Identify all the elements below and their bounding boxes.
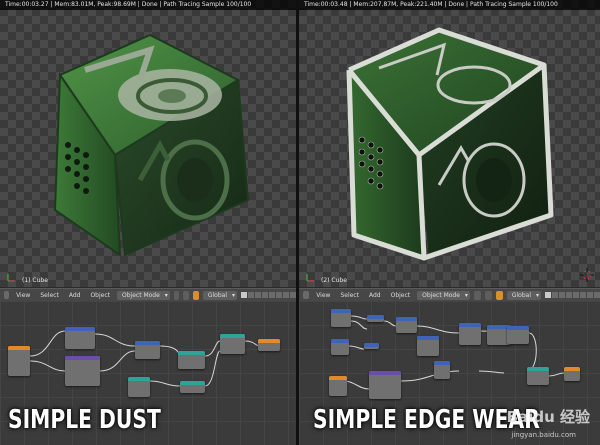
left-3d-viewport[interactable]: Time:00:03.27 | Mem:83.01M, Peak:98.69M … bbox=[0, 0, 296, 287]
shader-node[interactable] bbox=[180, 381, 205, 393]
shader-node[interactable] bbox=[65, 356, 100, 386]
add-menu[interactable]: Add bbox=[66, 292, 84, 299]
right-render-info: Time:00:03.48 | Mem:207.87M, Peak:221.40… bbox=[299, 0, 600, 10]
shader-node[interactable] bbox=[396, 317, 417, 333]
select-menu[interactable]: Select bbox=[37, 292, 62, 299]
mode-dropdown[interactable]: Object Mode bbox=[117, 290, 170, 300]
left-render-info: Time:00:03.27 | Mem:83.01M, Peak:98.69M … bbox=[0, 0, 296, 10]
left-viewport-header: View Select Add Object Object Mode Globa… bbox=[0, 288, 296, 302]
axis-gizmo-icon bbox=[7, 274, 15, 282]
layer-buttons[interactable] bbox=[544, 292, 600, 298]
baidu-watermark: Baidu 经验 bbox=[506, 408, 590, 426]
view-menu[interactable]: View bbox=[13, 292, 33, 299]
axis-gizmo-icon bbox=[306, 274, 314, 282]
shader-node[interactable] bbox=[507, 326, 529, 344]
select-menu[interactable]: Select bbox=[337, 292, 362, 299]
left-dust-cube-render bbox=[53, 33, 250, 257]
active-object-label: (1) Cube bbox=[22, 277, 48, 284]
shader-node[interactable] bbox=[331, 309, 351, 327]
layer-buttons[interactable] bbox=[241, 292, 296, 298]
shader-node[interactable] bbox=[331, 339, 349, 355]
shader-node[interactable] bbox=[128, 377, 150, 397]
shading-button[interactable] bbox=[173, 290, 180, 300]
editor-type-icon[interactable] bbox=[4, 291, 10, 299]
editor-type-icon[interactable] bbox=[303, 291, 310, 299]
manipulator-button[interactable] bbox=[193, 290, 199, 300]
shader-node[interactable] bbox=[8, 346, 30, 376]
watermark-url: jingyan.baidu.com bbox=[511, 431, 576, 439]
right-viewport-header: View Select Add Object Object Mode Globa… bbox=[299, 288, 600, 302]
object-menu[interactable]: Object bbox=[87, 292, 113, 299]
left-caption: SIMPLE DUST bbox=[8, 405, 161, 435]
shader-node[interactable] bbox=[65, 327, 95, 349]
shader-node[interactable] bbox=[459, 323, 481, 345]
shader-node[interactable] bbox=[329, 376, 347, 396]
active-object-label: (2) Cube bbox=[321, 277, 347, 284]
left-pane: Time:00:03.27 | Mem:83.01M, Peak:98.69M … bbox=[0, 0, 296, 445]
shader-node[interactable] bbox=[178, 351, 205, 369]
shader-node[interactable] bbox=[258, 339, 280, 351]
right-3d-viewport[interactable]: Time:00:03.48 | Mem:207.87M, Peak:221.40… bbox=[299, 0, 600, 287]
shader-node[interactable] bbox=[527, 367, 549, 385]
orientation-dropdown[interactable]: Global bbox=[506, 290, 541, 300]
shader-node[interactable] bbox=[135, 341, 160, 359]
orientation-dropdown[interactable]: Global bbox=[202, 290, 237, 300]
shader-node[interactable] bbox=[220, 334, 245, 354]
shader-node[interactable] bbox=[364, 343, 379, 349]
shader-node[interactable] bbox=[367, 315, 384, 322]
mode-dropdown[interactable]: Object Mode bbox=[417, 290, 470, 300]
3d-cursor-icon[interactable] bbox=[580, 268, 594, 282]
right-edge-wear-cube-render bbox=[346, 27, 554, 261]
pivot-button[interactable] bbox=[183, 290, 190, 300]
pivot-button[interactable] bbox=[484, 290, 492, 300]
shader-node[interactable] bbox=[434, 361, 450, 379]
object-menu[interactable]: Object bbox=[388, 292, 414, 299]
shader-node[interactable] bbox=[564, 367, 580, 381]
shader-node[interactable] bbox=[369, 371, 401, 399]
right-node-editor[interactable]: SIMPLE EDGE WEAR Baidu 经验 jingyan.baidu.… bbox=[299, 301, 600, 445]
left-node-editor[interactable]: SIMPLE DUST bbox=[0, 301, 296, 445]
add-menu[interactable]: Add bbox=[366, 292, 384, 299]
right-pane: Time:00:03.48 | Mem:207.87M, Peak:221.40… bbox=[299, 0, 600, 445]
shader-node[interactable] bbox=[417, 336, 439, 356]
shading-button[interactable] bbox=[473, 290, 481, 300]
view-menu[interactable]: View bbox=[313, 292, 333, 299]
manipulator-button[interactable] bbox=[495, 290, 503, 300]
